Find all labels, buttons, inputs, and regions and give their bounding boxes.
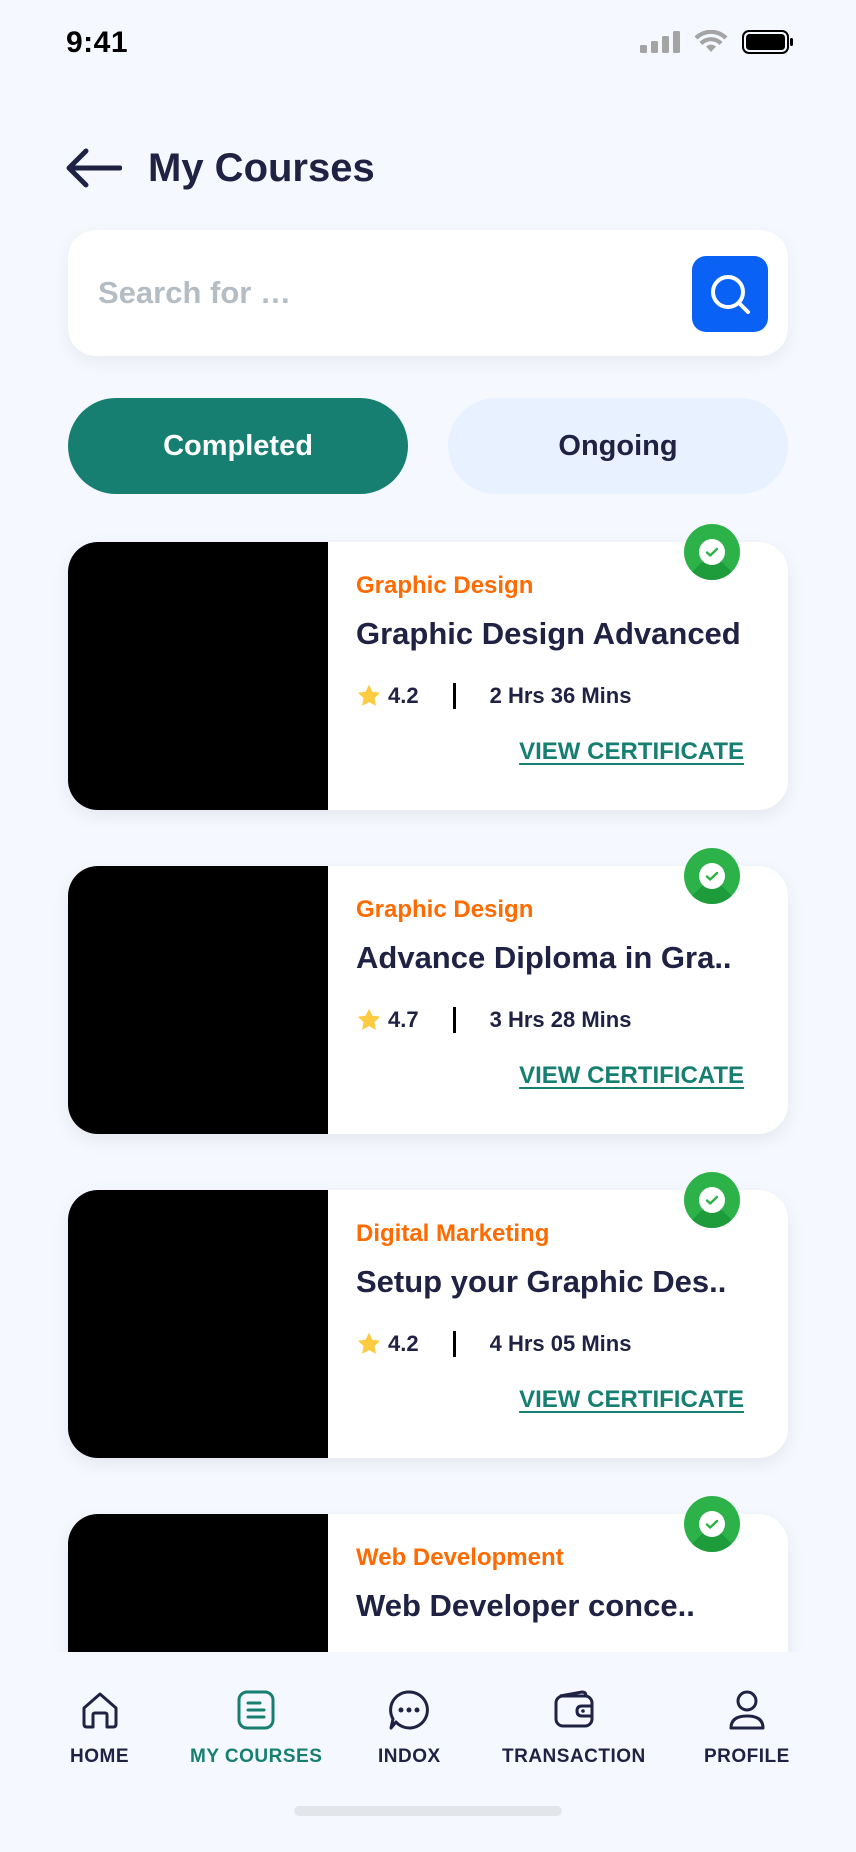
- course-title: Advance Diploma in Gra..: [356, 940, 732, 975]
- course-meta: 4.2 2 Hrs 36 Mins: [356, 680, 631, 712]
- nav-label: INDOX: [378, 1746, 441, 1767]
- course-category: Digital Marketing: [356, 1220, 550, 1247]
- battery-icon: [742, 30, 793, 54]
- meta-divider: [452, 1331, 456, 1357]
- course-rating: 4.2: [388, 1331, 419, 1356]
- bottom-nav: HOME MY COURSES INDOX TRANSACTION PROFIL…: [0, 1652, 856, 1852]
- course-tabs: Completed Ongoing: [68, 398, 788, 494]
- course-duration: 2 Hrs 36 Mins: [489, 683, 632, 708]
- course-category: Graphic Design: [356, 896, 534, 923]
- course-duration: 3 Hrs 28 Mins: [489, 1007, 632, 1032]
- chat-icon: [389, 1690, 430, 1730]
- completed-check-icon: [684, 1496, 740, 1552]
- home-indicator: [294, 1806, 562, 1816]
- completed-check-icon: [684, 848, 740, 904]
- course-list: Graphic Design Graphic Design Advanced 4…: [0, 520, 856, 1652]
- status-time: 9:41: [66, 26, 129, 59]
- nav-label: PROFILE: [704, 1746, 790, 1767]
- nav-profile[interactable]: PROFILE: [704, 1688, 790, 1768]
- course-card[interactable]: Graphic Design Advance Diploma in Gra.. …: [68, 848, 788, 1134]
- course-meta: 4.7 3 Hrs 28 Mins: [356, 1004, 631, 1036]
- nav-indox[interactable]: INDOX: [378, 1688, 441, 1768]
- course-thumbnail: [68, 1190, 328, 1458]
- course-category: Web Development: [356, 1544, 564, 1571]
- course-rating: 4.7: [388, 1007, 419, 1032]
- view-certificate-link[interactable]: VIEW CERTIFICATE: [519, 738, 744, 766]
- meta-divider: [452, 683, 456, 709]
- signal-icon: [640, 31, 680, 53]
- star-icon: [357, 1332, 381, 1354]
- back-button[interactable]: [66, 140, 122, 196]
- course-meta: 4.2 4 Hrs 05 Mins: [356, 1328, 631, 1360]
- nav-label: HOME: [70, 1746, 129, 1767]
- search-bar: [68, 230, 788, 356]
- star-icon: [357, 1008, 381, 1030]
- page-header: My Courses: [66, 140, 375, 196]
- home-icon: [82, 1692, 117, 1729]
- tab-ongoing[interactable]: Ongoing: [448, 398, 788, 494]
- arrow-left-icon: [66, 148, 122, 188]
- wifi-icon: [694, 30, 728, 52]
- search-button[interactable]: [692, 256, 768, 332]
- meta-divider: [452, 1007, 456, 1033]
- star-icon: [357, 684, 381, 706]
- nav-label: TRANSACTION: [502, 1746, 646, 1767]
- course-category: Graphic Design: [356, 572, 534, 599]
- course-title: Web Developer conce..: [356, 1588, 695, 1623]
- status-icons: [640, 30, 794, 54]
- course-thumbnail: [68, 866, 328, 1134]
- search-icon: [711, 275, 750, 314]
- nav-transaction[interactable]: TRANSACTION: [502, 1688, 646, 1768]
- status-bar: 9:41: [0, 0, 856, 90]
- completed-check-icon: [684, 1172, 740, 1228]
- nav-my-courses[interactable]: MY COURSES: [190, 1688, 322, 1768]
- course-title: Graphic Design Advanced: [356, 616, 741, 651]
- course-thumbnail: [68, 542, 328, 810]
- course-card[interactable]: Graphic Design Graphic Design Advanced 4…: [68, 524, 788, 810]
- course-card[interactable]: Digital Marketing Setup your Graphic Des…: [68, 1172, 788, 1458]
- course-title: Setup your Graphic Des..: [356, 1264, 727, 1299]
- view-certificate-link[interactable]: VIEW CERTIFICATE: [519, 1062, 744, 1090]
- profile-icon: [729, 1690, 765, 1730]
- nav-home[interactable]: HOME: [70, 1688, 129, 1768]
- search-input[interactable]: [98, 260, 658, 326]
- course-card[interactable]: Web Development Web Developer conce..: [68, 1496, 788, 1652]
- course-duration: 4 Hrs 05 Mins: [489, 1331, 632, 1356]
- course-rating: 4.2: [388, 683, 419, 708]
- page-title: My Courses: [148, 145, 375, 190]
- wallet-icon: [554, 1690, 594, 1728]
- tab-completed[interactable]: Completed: [68, 398, 408, 494]
- nav-label: MY COURSES: [190, 1746, 323, 1767]
- course-thumbnail: [68, 1514, 328, 1652]
- courses-icon: [237, 1690, 275, 1730]
- view-certificate-link[interactable]: VIEW CERTIFICATE: [519, 1386, 744, 1414]
- completed-check-icon: [684, 524, 740, 580]
